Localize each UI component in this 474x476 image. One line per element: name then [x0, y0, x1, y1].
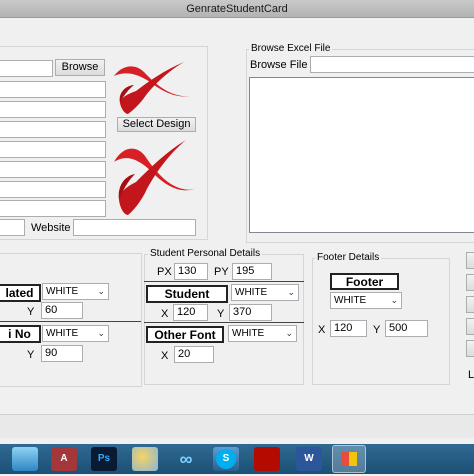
reg-no-font-label[interactable]: i No [0, 325, 41, 343]
student-color-select[interactable]: WHITE ⌄ [231, 284, 299, 301]
text-field-5[interactable] [0, 161, 106, 178]
text-field-1[interactable] [0, 81, 106, 98]
px-input[interactable]: 130 [174, 263, 208, 280]
design-path-input[interactable] [0, 60, 53, 77]
website-input[interactable] [73, 219, 196, 236]
website-label: Website [31, 222, 71, 234]
px-label: PX [157, 266, 172, 278]
student-group-title: Student Personal Details [148, 248, 263, 260]
chevron-down-icon: ⌄ [287, 287, 295, 297]
footer-y-input[interactable]: 500 [385, 320, 428, 337]
other-font-color-value: WHITE [232, 328, 265, 339]
right-button-4[interactable] [466, 318, 474, 335]
footer-font-label[interactable]: Footer [330, 273, 399, 290]
right-button-1[interactable] [466, 252, 474, 269]
related-color-value: WHITE [46, 286, 79, 297]
student-x-label: X [161, 308, 169, 320]
text-field-2[interactable] [0, 101, 106, 118]
student-x-input[interactable]: 120 [173, 304, 208, 321]
access-glyph: A [60, 453, 68, 464]
reg-no-y-label: Y [27, 349, 35, 361]
student-divider-top [144, 281, 304, 282]
explorer-icon[interactable] [12, 447, 38, 471]
chevron-down-icon: ⌄ [390, 295, 398, 305]
select-design-button[interactable]: Select Design [117, 117, 196, 132]
right-partial-label: L [468, 369, 474, 381]
excel-preview-area[interactable] [249, 77, 474, 233]
footer-color-value: WHITE [334, 295, 367, 306]
right-button-5[interactable] [466, 340, 474, 357]
text-field-6[interactable] [0, 181, 106, 198]
browse-design-button[interactable]: Browse [55, 59, 105, 76]
excel-group-title: Browse Excel File [249, 43, 333, 55]
footer-y-label: Y [373, 324, 381, 336]
window-title: GenrateStudentCard [0, 0, 474, 18]
logo-preview-image-2 [114, 140, 197, 215]
student-color-value: WHITE [235, 287, 268, 298]
institute-divider [0, 321, 141, 322]
other-font-label[interactable]: Other Font [146, 326, 224, 343]
browse-file-label: Browse File : [250, 59, 314, 71]
text-field-8[interactable] [0, 219, 25, 236]
footer-color-select[interactable]: WHITE ⌄ [330, 292, 402, 309]
logo-preview-image-1 [114, 62, 196, 114]
status-bar [0, 414, 474, 438]
text-field-3[interactable] [0, 121, 106, 138]
other-font-color-select[interactable]: WHITE ⌄ [228, 325, 297, 342]
related-y-label: Y [27, 306, 35, 318]
chevron-down-icon: ⌄ [97, 328, 105, 338]
network-glyph: ∞ [179, 449, 193, 469]
related-y-input[interactable]: 60 [41, 302, 83, 319]
student-y-label: Y [217, 308, 225, 320]
skype-icon[interactable]: S [216, 449, 236, 469]
other-x-input[interactable]: 20 [174, 346, 214, 363]
text-field-7[interactable] [0, 200, 106, 217]
word-glyph: W [304, 453, 314, 464]
student-font-label[interactable]: Student [146, 285, 228, 303]
photoshop-icon[interactable]: Ps [91, 447, 117, 471]
student-y-input[interactable]: 370 [229, 304, 272, 321]
py-label: PY [214, 266, 229, 278]
text-field-4[interactable] [0, 141, 106, 158]
network-icon[interactable]: ∞ [173, 447, 199, 471]
acrobat-icon[interactable] [254, 447, 280, 471]
right-button-2[interactable] [466, 274, 474, 291]
institute-group [0, 253, 142, 387]
footer-group-title: Footer Details [315, 252, 382, 264]
chevron-down-icon: ⌄ [97, 286, 105, 296]
other-x-label: X [161, 350, 169, 362]
footer-x-label: X [318, 324, 326, 336]
reg-no-color-select[interactable]: WHITE ⌄ [42, 325, 109, 342]
access-icon[interactable]: A [51, 447, 77, 471]
active-window-glyph [341, 452, 357, 466]
reg-no-y-input[interactable]: 90 [41, 345, 83, 362]
skype-glyph: S [222, 453, 230, 464]
footer-x-input[interactable]: 120 [330, 320, 367, 337]
py-input[interactable]: 195 [232, 263, 272, 280]
word-icon[interactable]: W [296, 447, 322, 471]
reg-no-color-value: WHITE [46, 328, 79, 339]
related-font-label[interactable]: lated [0, 284, 41, 302]
photoshop-glyph: Ps [97, 453, 111, 464]
student-divider-bottom [144, 322, 304, 323]
excel-path-input[interactable] [310, 56, 474, 73]
right-button-3[interactable] [466, 296, 474, 313]
chevron-down-icon: ⌄ [285, 328, 293, 338]
related-color-select[interactable]: WHITE ⌄ [42, 283, 109, 300]
paint-icon[interactable] [132, 447, 158, 471]
active-window-icon[interactable] [332, 445, 366, 473]
